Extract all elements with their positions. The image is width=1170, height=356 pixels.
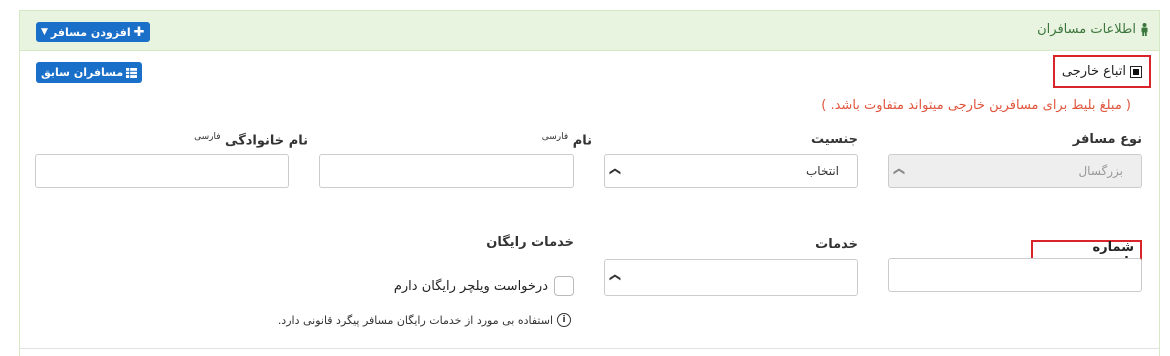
passenger-type-select[interactable]: بزرگسال ❯ [888, 154, 1142, 188]
panel-title-text: اطلاعات مسافران [1037, 22, 1136, 37]
last-name-label: نام خانوادگی فارسی [194, 132, 308, 148]
table-icon [126, 67, 138, 78]
passengers-panel: اطلاعات مسافران ✚ افزودن مسافر ▼ مسافران… [19, 10, 1160, 356]
passport-number-input[interactable] [888, 258, 1142, 292]
free-services-warning-text: استفاده بی مورد از خدمات رایگان مسافر پی… [277, 313, 553, 327]
last-name-input[interactable] [35, 154, 289, 188]
gender-value: انتخاب [806, 164, 839, 178]
passenger-type-label: نوع مسافر [1072, 132, 1142, 147]
foreign-national-label: اتباع خارجی [1061, 64, 1126, 79]
wheelchair-label: درخواست ویلچر رایگان دارم [393, 278, 548, 294]
passenger-type-value: بزرگسال [1078, 164, 1123, 178]
first-name-label-suffix: فارسی [541, 132, 569, 142]
last-name-label-text: نام خانوادگی [225, 133, 308, 149]
gender-select[interactable]: انتخاب ❯ [604, 154, 858, 188]
panel-title: اطلاعات مسافران [1037, 22, 1149, 37]
wheelchair-checkbox[interactable] [554, 276, 574, 296]
plus-icon: ✚ [133, 24, 145, 40]
services-select[interactable]: ❯ [604, 259, 858, 296]
free-services-label: خدمات رایگان [486, 235, 574, 250]
divider [19, 348, 1160, 349]
services-label: خدمات [815, 237, 858, 252]
person-icon [1141, 23, 1148, 36]
info-icon: i [557, 313, 571, 327]
first-name-label: نام فارسی [542, 132, 592, 148]
first-name-label-text: نام [572, 133, 592, 149]
last-name-label-suffix: فارسی [194, 132, 221, 142]
wheelchair-request[interactable]: درخواست ویلچر رایگان دارم [394, 276, 574, 296]
chevron-down-icon: ❯ [609, 272, 623, 283]
foreign-national-checkbox[interactable] [1130, 65, 1142, 78]
panel-header: اطلاعات مسافران ✚ افزودن مسافر ▼ [20, 11, 1159, 51]
gender-label: جنسیت [811, 132, 858, 147]
add-passenger-label: افزودن مسافر [50, 25, 131, 39]
chevron-down-icon: ❯ [893, 166, 907, 176]
free-services-warning: i استفاده بی مورد از خدمات رایگان مسافر … [278, 313, 571, 327]
foreign-national-toggle[interactable]: اتباع خارجی [1053, 55, 1151, 88]
previous-passengers-button[interactable]: مسافران سابق [36, 62, 143, 83]
previous-passengers-label: مسافران سابق [41, 66, 124, 79]
add-passenger-button[interactable]: ✚ افزودن مسافر ▼ [36, 22, 150, 42]
first-name-input[interactable] [319, 154, 574, 188]
chevron-down-icon: ▼ [41, 27, 48, 37]
foreign-price-note: ( مبلغ بلیط برای مسافرین خارجی میتواند م… [821, 98, 1131, 113]
chevron-down-icon: ❯ [609, 166, 623, 176]
